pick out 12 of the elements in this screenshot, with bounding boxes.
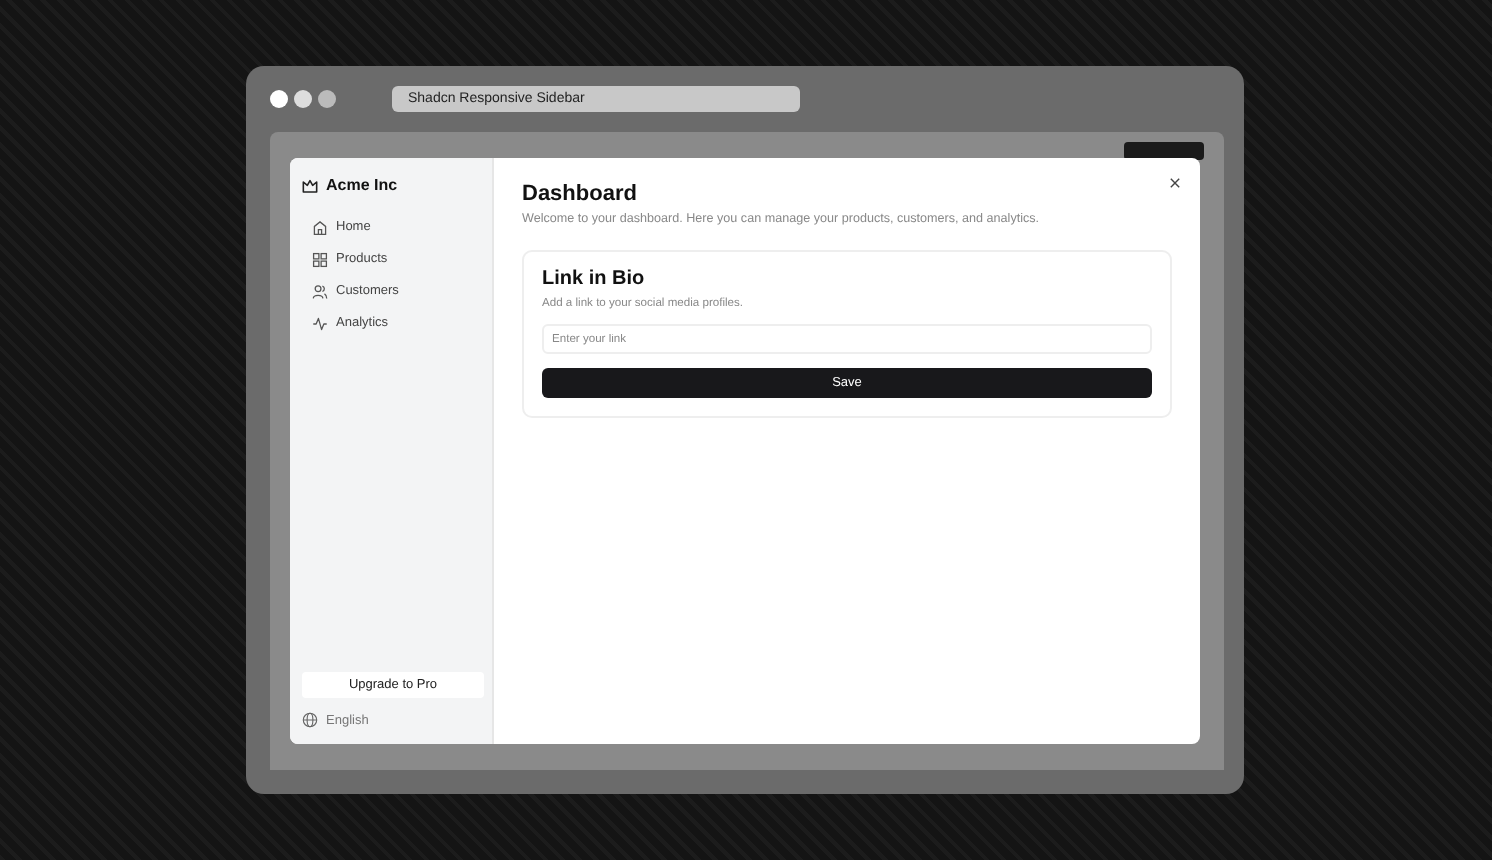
users-icon — [312, 283, 328, 299]
grid-icon — [312, 251, 328, 267]
card-title: Link in Bio — [542, 268, 647, 290]
activity-icon — [312, 315, 328, 331]
window-minimize-dot[interactable] — [294, 90, 312, 108]
window-close-dot[interactable] — [270, 90, 288, 108]
globe-icon — [302, 712, 318, 728]
close-icon[interactable] — [1168, 176, 1182, 190]
window-zoom-dot[interactable] — [318, 90, 336, 108]
page-title: Dashboard — [522, 182, 639, 206]
home-icon — [312, 219, 328, 235]
brand-name: Acme Inc — [326, 176, 398, 194]
